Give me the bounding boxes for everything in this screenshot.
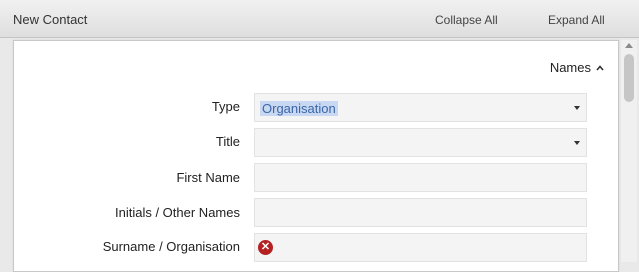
type-label: Type [211, 99, 240, 114]
names-section-toggle[interactable]: Names [550, 60, 604, 75]
first-name-label: First Name [176, 170, 240, 185]
surname-field[interactable]: ✕ [254, 233, 587, 262]
type-select[interactable]: Organisation [254, 93, 587, 122]
dropdown-arrow-icon [574, 141, 580, 145]
initials-label: Initials / Other Names [115, 205, 240, 220]
title-select[interactable] [254, 128, 587, 157]
error-icon: ✕ [258, 240, 273, 255]
window-title: New Contact [13, 12, 88, 27]
chevron-up-icon [596, 64, 604, 71]
section-title: Names [549, 60, 591, 75]
scroll-thumb[interactable] [624, 54, 634, 102]
title-bar: New Contact Collapse All Expand All [0, 0, 639, 38]
scroll-up-arrow-icon[interactable] [625, 43, 633, 48]
initials-field[interactable] [254, 198, 587, 227]
dropdown-arrow-icon [574, 106, 580, 110]
contact-form-panel: Names Type Organisation Title First Name… [13, 40, 619, 272]
vertical-scrollbar[interactable] [621, 40, 637, 262]
collapse-all-link[interactable]: Collapse All [435, 13, 498, 27]
first-name-field[interactable] [254, 163, 587, 192]
title-label: Title [215, 134, 240, 149]
surname-label: Surname / Organisation [102, 239, 240, 254]
type-selected-value: Organisation [260, 101, 338, 116]
expand-all-link[interactable]: Expand All [548, 13, 605, 27]
